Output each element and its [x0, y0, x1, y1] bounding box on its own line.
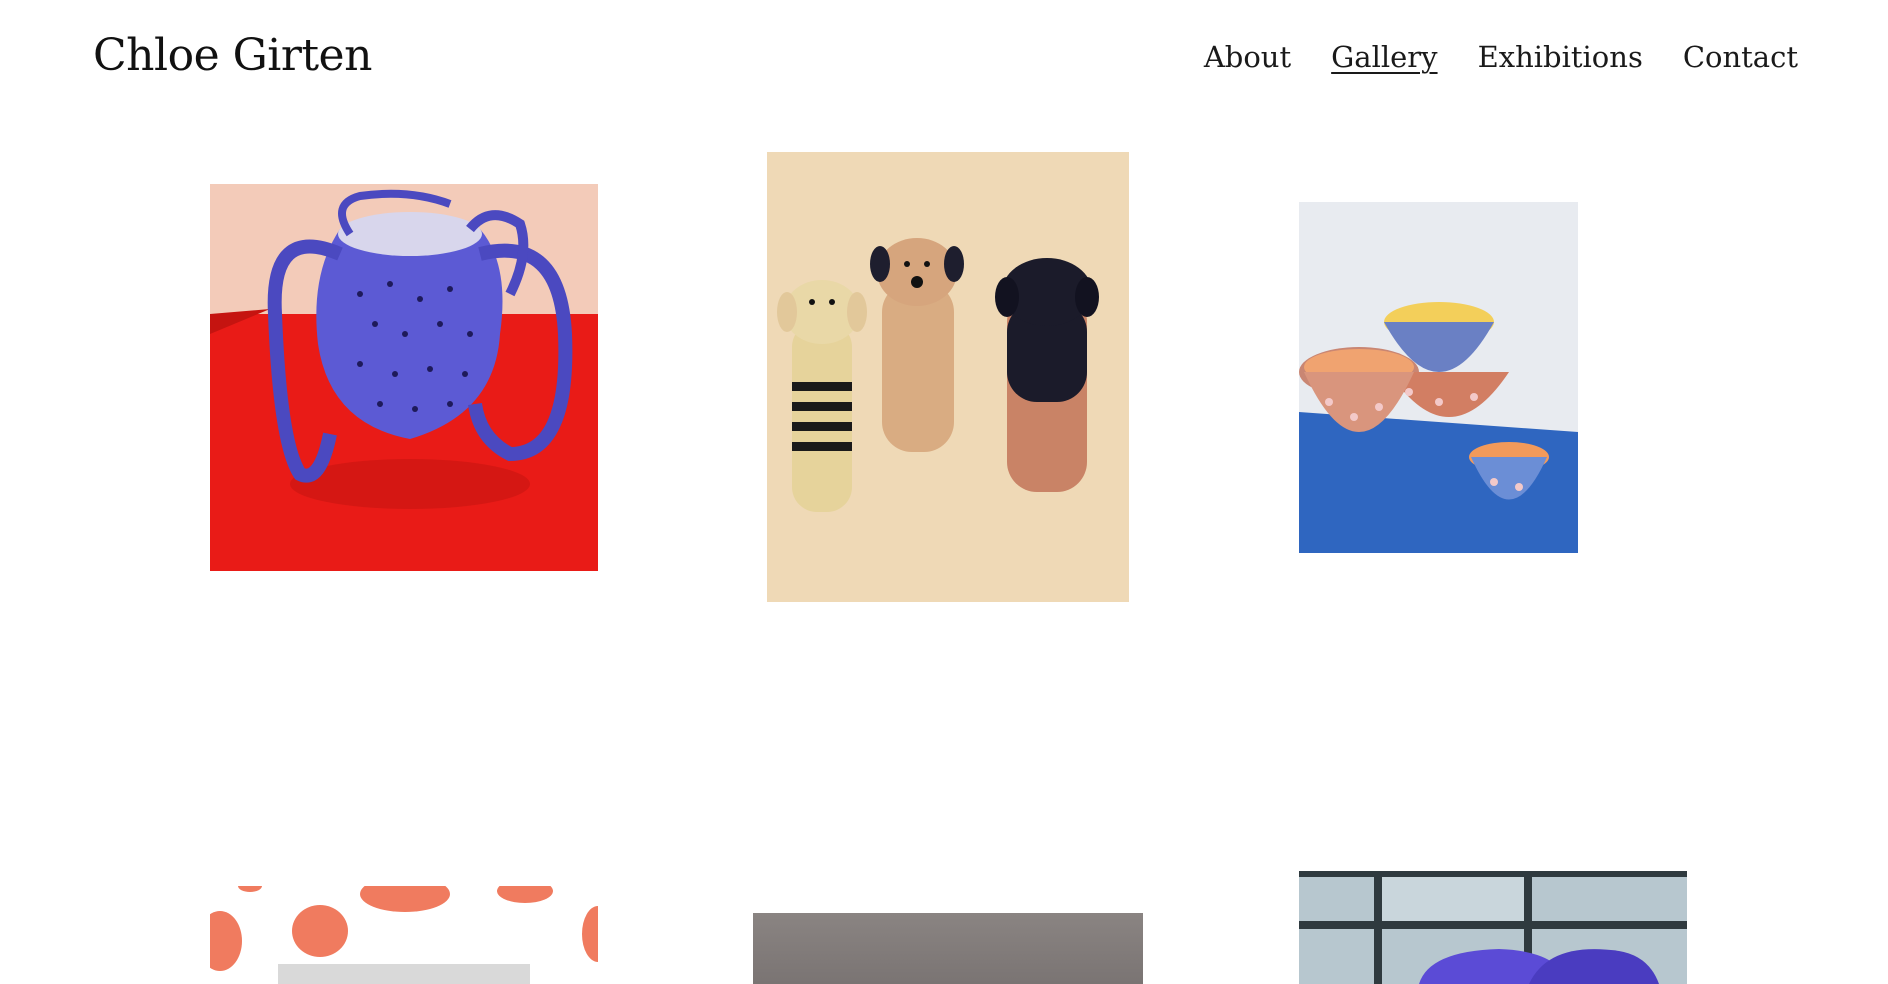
gallery-item-dogs[interactable] [767, 152, 1129, 602]
vase-image [210, 184, 598, 571]
bowls-image [1299, 202, 1578, 553]
site-title[interactable]: Chloe Girten [93, 30, 372, 81]
grey-image [753, 913, 1143, 984]
gallery-item-bowls[interactable] [1299, 202, 1578, 553]
main-nav: About Gallery Exhibitions Contact [1204, 40, 1798, 74]
nav-gallery[interactable]: Gallery [1331, 40, 1437, 74]
nav-contact[interactable]: Contact [1683, 40, 1798, 74]
gallery-item-window[interactable] [1299, 871, 1687, 984]
dots-image [210, 886, 598, 984]
nav-exhibitions[interactable]: Exhibitions [1478, 40, 1643, 74]
window-image [1299, 871, 1687, 984]
gallery-item-grey[interactable] [753, 913, 1143, 984]
gallery-item-dots[interactable] [210, 886, 598, 984]
gallery-item-vase[interactable] [210, 184, 598, 571]
nav-about[interactable]: About [1204, 40, 1291, 74]
dogs-image [767, 152, 1129, 602]
